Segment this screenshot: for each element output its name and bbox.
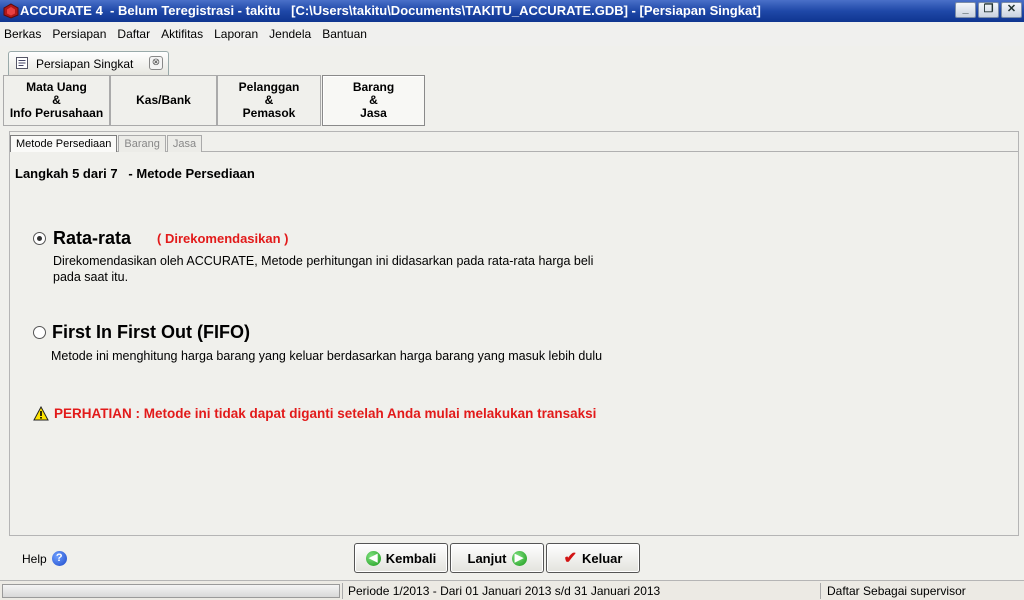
step-tab-pelanggan-pemasok[interactable]: Pelanggan & Pemasok [217, 75, 321, 126]
close-window-button[interactable]: ✕ [1001, 2, 1022, 18]
warning-text: PERHATIAN : Metode ini tidak dapat digan… [54, 406, 597, 421]
close-tab-icon[interactable]: ⊗ [149, 56, 163, 70]
tab-label: Persiapan Singkat [36, 57, 134, 71]
help-label: Help [22, 551, 47, 566]
step-tab-kas-bank[interactable]: Kas/Bank [110, 75, 217, 126]
back-button[interactable]: ◀ Kembali [354, 543, 448, 573]
menu-persiapan[interactable]: Persiapan [52, 27, 106, 41]
next-button-label: Lanjut [467, 550, 507, 566]
sub-tab-metode-persediaan[interactable]: Metode Persediaan [10, 135, 118, 152]
window-title: ACCURATE 4 - Belum Teregistrasi - takitu… [20, 3, 761, 18]
checkmark-icon: ✔ [563, 550, 577, 567]
accurate-logo-icon [3, 3, 19, 19]
step-tab-mata-uang[interactable]: Mata Uang & Info Perusahaan [3, 75, 110, 126]
radio-fifo[interactable] [33, 326, 46, 339]
radio-rata-rata[interactable] [33, 232, 46, 245]
menu-daftar[interactable]: Daftar [117, 27, 150, 41]
title-bar: ACCURATE 4 - Belum Teregistrasi - takitu… [0, 0, 1024, 22]
menu-laporan[interactable]: Laporan [214, 27, 258, 41]
menu-berkas[interactable]: Berkas [4, 27, 41, 41]
help-link[interactable]: Help ? [22, 551, 67, 566]
sub-tab-barang[interactable]: Barang [118, 135, 166, 152]
step-tabs: Mata Uang & Info Perusahaan Kas/Bank Pel… [3, 75, 1021, 126]
option-desc-fifo: Metode ini menghitung harga barang yang … [51, 349, 603, 363]
document-icon [16, 57, 28, 69]
option-title-rata-rata[interactable]: Rata-rata [53, 228, 131, 249]
arrow-right-icon: ▶ [511, 550, 527, 566]
sub-tabs: Metode Persediaan Barang Jasa [10, 135, 203, 152]
status-period: Periode 1/2013 - Dari 01 Januari 2013 s/… [342, 583, 820, 599]
warning-icon [33, 406, 49, 421]
menu-bar: Berkas Persiapan Daftar Aktifitas Lapora… [0, 22, 1024, 46]
help-icon: ? [51, 551, 67, 566]
exit-button-label: Keluar [581, 550, 623, 566]
menu-jendela[interactable]: Jendela [269, 27, 311, 41]
back-button-label: Kembali [385, 550, 437, 566]
option-title-fifo[interactable]: First In First Out (FIFO) [52, 322, 250, 343]
option-desc-rata-rata: Direkomendasikan oleh ACCURATE, Metode p… [53, 254, 594, 284]
tab-persiapan-singkat[interactable]: Persiapan Singkat ⊗ [8, 51, 169, 75]
sub-tab-jasa[interactable]: Jasa [166, 135, 203, 152]
next-button[interactable]: Lanjut ▶ [450, 543, 544, 573]
sub-tab-body [10, 151, 1018, 535]
status-user: Daftar Sebagai supervisor [820, 583, 1022, 599]
menu-aktifitas[interactable]: Aktifitas [161, 27, 203, 41]
restore-button[interactable]: ❐ [978, 2, 999, 18]
status-bar: Periode 1/2013 - Dari 01 Januari 2013 s/… [0, 580, 1024, 600]
recommended-label: ( Direkomendasikan ) [157, 231, 289, 246]
minimize-button[interactable]: _ [955, 2, 976, 18]
step-heading: Langkah 5 dari 7 - Metode Persediaan [15, 166, 255, 181]
menu-bantuan[interactable]: Bantuan [322, 27, 367, 41]
exit-button[interactable]: ✔ Keluar [546, 543, 640, 573]
progress-bar [2, 584, 340, 598]
arrow-left-icon: ◀ [365, 550, 381, 566]
step-tab-barang-jasa[interactable]: Barang & Jasa [322, 75, 425, 126]
